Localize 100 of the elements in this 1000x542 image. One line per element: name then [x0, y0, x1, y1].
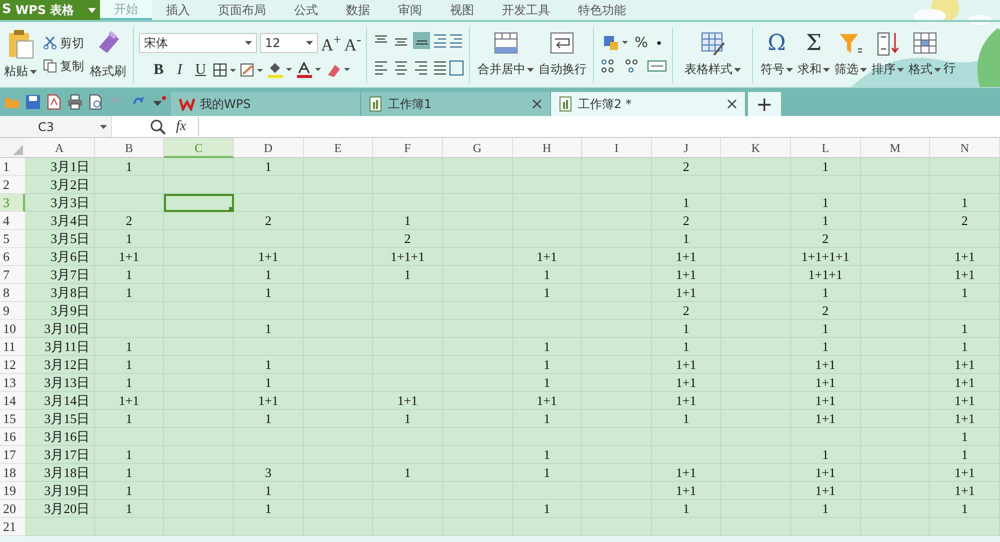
table-cell[interactable]: 1+1 — [94, 392, 164, 410]
row-header[interactable]: 17 — [0, 446, 25, 464]
table-cell[interactable] — [234, 518, 304, 536]
search-icon[interactable] — [150, 118, 166, 134]
row-header[interactable]: 4 — [0, 212, 25, 230]
menu-tab[interactable]: 公式 — [280, 0, 332, 20]
sort-button[interactable]: 排序 — [869, 31, 906, 78]
row-header[interactable]: 16 — [0, 428, 25, 446]
table-cell[interactable]: 1+1 — [791, 410, 861, 428]
percent-button[interactable]: % — [634, 34, 648, 50]
table-cell[interactable]: 2 — [94, 212, 164, 230]
table-cell[interactable]: 1 — [94, 230, 164, 248]
table-cell[interactable]: 1 — [652, 194, 722, 212]
cut-button[interactable]: 剪切 — [43, 34, 84, 52]
table-cell[interactable] — [512, 518, 582, 536]
table-cell[interactable]: 2 — [234, 212, 304, 230]
row-header[interactable]: 1 — [0, 158, 25, 176]
table-cell[interactable]: 1 — [512, 356, 582, 374]
row-header[interactable]: 19 — [0, 482, 25, 500]
table-cell[interactable] — [373, 158, 443, 176]
copy-button[interactable]: 复制 — [43, 58, 84, 74]
menu-tab[interactable]: 特色功能 — [564, 0, 640, 20]
table-cell[interactable]: 1+1 — [234, 248, 304, 266]
table-cell[interactable]: 1 — [930, 338, 1000, 356]
column-header[interactable]: D — [234, 138, 304, 158]
table-cell[interactable]: 1 — [512, 374, 582, 392]
table-cell[interactable] — [442, 518, 512, 536]
column-header[interactable]: I — [582, 138, 652, 158]
table-cell[interactable]: 1 — [234, 356, 304, 374]
column-header[interactable]: K — [721, 138, 792, 158]
table-cell[interactable]: 3月12日 — [25, 356, 95, 374]
table-cell[interactable]: 1 — [652, 500, 722, 518]
document-tab[interactable]: 工作簿2 * — [551, 92, 746, 116]
table-cell[interactable]: 1 — [791, 194, 861, 212]
menu-tab[interactable]: 视图 — [436, 0, 488, 20]
table-cell[interactable] — [164, 212, 234, 230]
table-cell[interactable]: 3 — [234, 464, 304, 482]
table-cell[interactable] — [860, 158, 930, 176]
table-cell[interactable]: 3月3日 — [25, 194, 95, 212]
table-cell[interactable]: 3月9日 — [25, 302, 95, 320]
table-cell[interactable]: 1 — [930, 194, 1000, 212]
menu-tab[interactable]: 开发工具 — [488, 0, 564, 20]
table-cell[interactable]: 2 — [373, 230, 443, 248]
table-cell[interactable]: 3月7日 — [25, 266, 95, 284]
column-header[interactable]: G — [442, 138, 512, 158]
close-icon[interactable] — [727, 99, 737, 109]
row-header[interactable]: 21 — [0, 518, 25, 536]
filter-button[interactable]: 筛选 — [832, 31, 870, 78]
table-cell[interactable]: 3月19日 — [25, 482, 95, 500]
row-header[interactable]: 11 — [0, 338, 25, 356]
table-cell[interactable]: 1 — [94, 284, 164, 302]
table-cell[interactable]: 1+1 — [930, 410, 1000, 428]
table-cell[interactable]: 1 — [373, 410, 443, 428]
table-cell[interactable]: 1+1 — [652, 284, 722, 302]
table-cell[interactable] — [234, 176, 304, 194]
sum-button[interactable]: Σ 求和 — [795, 31, 832, 78]
table-cell[interactable]: 1 — [930, 320, 1000, 338]
column-header[interactable]: J — [652, 138, 722, 158]
table-cell[interactable] — [25, 518, 95, 536]
table-cell[interactable] — [94, 176, 164, 194]
table-cell[interactable]: 2 — [791, 230, 861, 248]
table-cell[interactable]: 1 — [94, 266, 164, 284]
table-cell[interactable]: 3月6日 — [25, 248, 95, 266]
table-cell[interactable] — [94, 518, 164, 536]
table-cell[interactable]: 1+1+1+1 — [791, 248, 861, 266]
table-cell[interactable]: 1 — [373, 464, 443, 482]
wrap-text-button[interactable]: 自动换行 — [536, 31, 588, 78]
name-box[interactable]: C3 — [0, 116, 112, 137]
menu-tab[interactable]: 审阅 — [384, 0, 436, 20]
table-cell[interactable]: 1+1 — [652, 482, 722, 500]
table-cell[interactable]: 1 — [94, 410, 164, 428]
table-cell[interactable]: 1 — [930, 500, 1000, 518]
table-cell[interactable]: 3月10日 — [25, 320, 95, 338]
merge-center-button[interactable]: 合并居中 — [475, 31, 536, 78]
table-cell[interactable] — [860, 518, 930, 536]
table-cell[interactable] — [652, 518, 722, 536]
table-cell[interactable]: 1 — [930, 284, 1000, 302]
menu-tab[interactable]: 页面布局 — [204, 0, 280, 20]
format-button[interactable]: 格式 — [906, 31, 944, 78]
table-cell[interactable]: 1 — [373, 266, 443, 284]
table-cell[interactable]: 3月5日 — [25, 230, 95, 248]
table-cell[interactable]: 1 — [652, 410, 722, 428]
table-cell[interactable]: 1 — [930, 446, 1000, 464]
table-cell[interactable]: 1+1 — [234, 392, 304, 410]
table-cell[interactable] — [373, 518, 443, 536]
table-cell[interactable]: 1 — [234, 284, 304, 302]
table-cell[interactable]: 1 — [791, 284, 861, 302]
table-cell[interactable]: 1+1 — [373, 392, 443, 410]
table-cell[interactable]: 1 — [930, 428, 1000, 446]
row-header[interactable]: 13 — [0, 374, 25, 392]
table-cell[interactable]: 2 — [652, 302, 722, 320]
fill-color-icon[interactable] — [266, 62, 293, 78]
table-cell[interactable]: 1+1 — [652, 374, 722, 392]
borders-icon[interactable] — [212, 63, 237, 78]
table-cell[interactable] — [164, 518, 234, 536]
table-cell[interactable] — [304, 158, 374, 176]
font-name-field[interactable]: 宋体 — [139, 33, 257, 53]
table-cell[interactable]: 3月16日 — [25, 428, 95, 446]
column-header[interactable]: L — [791, 138, 861, 158]
table-cell[interactable]: 1 — [512, 500, 582, 518]
